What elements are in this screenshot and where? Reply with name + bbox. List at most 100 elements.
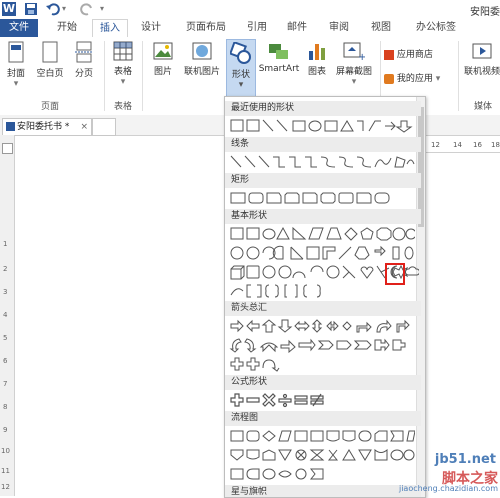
group-label-tables: 表格 [113, 102, 132, 112]
close-tab-icon[interactable]: × [80, 119, 88, 135]
picture-icon [153, 42, 173, 60]
cover-page-label: 封面 [6, 69, 25, 79]
section-equation-shapes: 公式形状 [225, 375, 421, 390]
title-bar: W ▾ ▾ 安阳委 [0, 0, 500, 19]
table-button[interactable]: 表格 ▾ [108, 41, 138, 87]
arrows-row-3 [229, 356, 415, 374]
ruler-number: 2 [3, 265, 8, 273]
blank-page-button[interactable]: 空白页 [32, 41, 68, 79]
document-tab-label: 安阳委托书 * [17, 122, 70, 132]
smartart-button[interactable]: SmartArt [258, 41, 300, 74]
tab-file[interactable]: 文件 [0, 19, 38, 37]
ribbon-tabs: 文件 开始 插入 设计 页面布局 引用 邮件 审阅 视图 办公标签 [0, 19, 500, 39]
tab-references[interactable]: 引用 [240, 19, 274, 37]
gallery-scrollbar[interactable] [416, 97, 425, 497]
lines-row [229, 154, 415, 172]
chart-button[interactable]: 图表 [304, 41, 330, 77]
watermark-line1: jb51.net [434, 452, 496, 467]
blank-page-icon [42, 41, 58, 63]
basic-shapes-row-1 [229, 226, 417, 244]
chart-label: 图表 [307, 67, 326, 77]
arrow-shapes-icons-2 [229, 338, 406, 354]
ruler-number: 14 [453, 141, 462, 149]
rectangles-row [229, 190, 415, 208]
recent-shapes-row [229, 118, 415, 136]
moon-shape-icon[interactable] [387, 265, 401, 279]
basic-shapes-row-2 [229, 245, 415, 263]
equation-shapes-row [229, 392, 415, 410]
svg-text:+: + [358, 52, 365, 61]
ruler-number: 10 [1, 447, 10, 455]
tab-office-tab[interactable]: 办公标签 [408, 19, 464, 37]
my-apps-button[interactable]: 我的应用 ▾ [384, 71, 454, 84]
window-title: 安阳委 [470, 7, 500, 18]
equation-shapes-icons [230, 393, 324, 408]
flowchart-shapes-icons-1 [230, 430, 416, 442]
tab-page-layout[interactable]: 页面布局 [178, 19, 234, 37]
ruler-number: 16 [473, 141, 482, 149]
new-tab-slot[interactable] [92, 118, 116, 136]
basic-shapes-icons-4 [230, 284, 321, 298]
tab-review[interactable]: 审阅 [322, 19, 356, 37]
undo-icon[interactable] [46, 2, 60, 16]
tab-insert[interactable]: 插入 [92, 19, 128, 39]
ruler-number: 7 [3, 380, 8, 388]
word-app-icon[interactable]: W [2, 2, 16, 16]
store-icon [384, 49, 394, 60]
table-label: 表格 [113, 67, 132, 77]
cloud-shape-icon[interactable] [405, 265, 419, 279]
group-separator [104, 41, 105, 111]
group-label-pages: 页面 [40, 102, 59, 112]
document-page[interactable] [18, 140, 225, 496]
tab-home[interactable]: 开始 [50, 19, 84, 37]
ruler-number: 12 [1, 483, 10, 491]
page-break-label: 分页 [74, 69, 93, 79]
shapes-gallery: 最近使用的形状 线条 矩形 基本形状 箭头总汇 公式形状 流程图 星与旗帜 [224, 96, 426, 498]
section-rectangles: 矩形 [225, 173, 421, 188]
screenshot-icon: + [343, 42, 365, 61]
group-separator [142, 41, 143, 111]
screenshot-button[interactable]: + 屏幕截图 ▾ [332, 41, 376, 87]
tab-mailings[interactable]: 邮件 [280, 19, 314, 37]
online-video-label: 联机视频 [463, 67, 500, 77]
shapes-icon [230, 42, 251, 64]
online-picture-button[interactable]: 联机图片 [180, 41, 224, 77]
online-video-button[interactable]: 联机视频 [462, 41, 500, 77]
cover-page-icon [8, 41, 24, 63]
picture-button[interactable]: 图片 [148, 41, 178, 77]
my-apps-icon [384, 73, 394, 84]
ruler-number: 5 [3, 334, 8, 342]
ruler-number: 4 [3, 311, 8, 319]
line-shapes-icons [230, 155, 415, 168]
blank-page-label: 空白页 [36, 69, 64, 79]
undo-dropdown-icon[interactable]: ▾ [62, 2, 66, 16]
section-flowchart: 流程图 [225, 411, 421, 426]
basic-shapes-icons-1 [230, 226, 417, 241]
ruler-number: 6 [3, 357, 8, 365]
tab-view[interactable]: 视图 [364, 19, 398, 37]
document-tab[interactable]: 安阳委托书 * × [2, 118, 92, 136]
tab-design[interactable]: 设计 [134, 19, 168, 37]
horizontal-ruler: 12 14 16 18 [425, 138, 500, 153]
cover-page-button[interactable]: 封面 ▾ [2, 41, 30, 89]
app-store-label: 应用商店 [396, 50, 433, 60]
tab-selector-icon[interactable] [2, 143, 13, 154]
ruler-number: 18 [491, 141, 500, 149]
shapes-label: 形状 [231, 70, 250, 80]
rectangle-shapes-icons [230, 192, 390, 204]
section-block-arrows: 箭头总汇 [225, 301, 421, 316]
section-recent-shapes: 最近使用的形状 [225, 101, 421, 116]
app-store-button[interactable]: 应用商店 [384, 47, 442, 60]
ruler-number: 9 [3, 426, 8, 434]
save-icon[interactable] [24, 2, 38, 16]
redo-icon[interactable] [80, 2, 94, 16]
table-icon [113, 41, 133, 61]
customize-qat-icon[interactable]: ▾ [100, 2, 104, 16]
shapes-button[interactable]: 形状 ▾ [226, 39, 256, 99]
online-picture-label: 联机图片 [183, 67, 220, 77]
page-break-button[interactable]: 分页 [70, 41, 98, 79]
group-label-media: 媒体 [473, 102, 492, 112]
basic-shapes-icons-2 [230, 245, 414, 260]
screenshot-label: 屏幕截图 [335, 67, 372, 77]
picture-label: 图片 [153, 67, 172, 77]
